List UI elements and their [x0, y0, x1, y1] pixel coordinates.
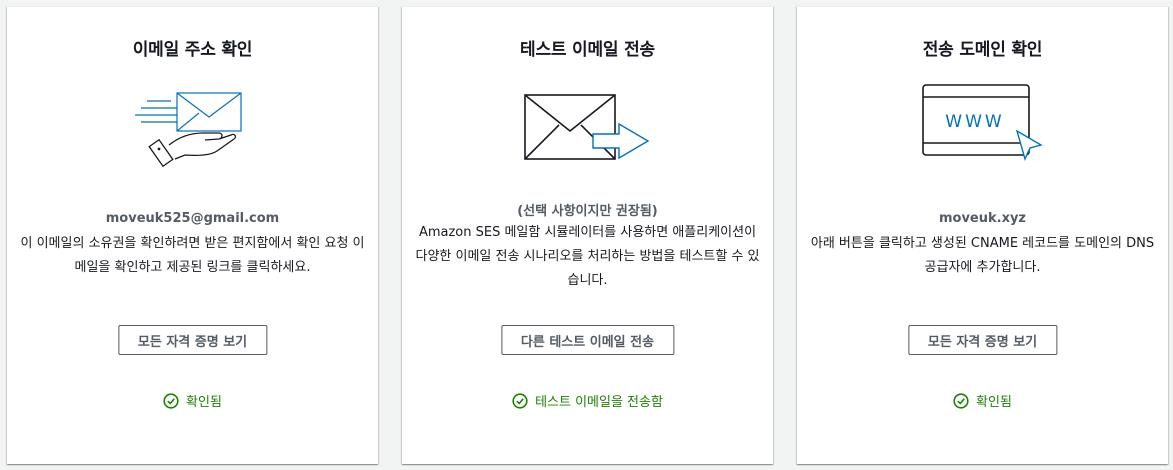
view-all-identities-button[interactable]: 모든 자격 증명 보기: [907, 325, 1058, 355]
check-circle-icon: [512, 392, 528, 409]
optional-note: (선택 사항이지만 권장됨): [517, 204, 658, 219]
card-description: 아래 버튼을 클릭하고 생성된 CNAME 레코드를 도메인의 DNS 공급자에…: [810, 236, 1155, 275]
status-indicator: 확인됨: [7, 391, 378, 410]
send-envelope-icon: [402, 79, 773, 179]
check-circle-icon: [163, 392, 179, 409]
status-text: 확인됨: [976, 395, 1012, 410]
www-browser-icon: WWW: [797, 79, 1168, 179]
view-all-identities-button[interactable]: 모든 자격 증명 보기: [117, 325, 268, 355]
verify-domain-card: 전송 도메인 확인 WWW moveuk.xyz 아래 버튼을 클릭하고 생성된…: [797, 6, 1168, 464]
send-another-test-email-button[interactable]: 다른 테스트 이메일 전송: [500, 325, 675, 355]
card-description: Amazon SES 메일함 시뮬레이터를 사용하면 애플리케이션이 다양한 이…: [415, 225, 760, 288]
status-text: 확인됨: [186, 395, 222, 410]
email-address: moveuk525@gmail.com: [105, 211, 280, 226]
verify-email-card: 이메일 주소 확인 moveuk525@gmail.com 이 이메일의 소유권…: [7, 6, 378, 464]
status-indicator: 테스트 이메일을 전송함: [402, 391, 773, 410]
hand-envelope-icon: [7, 79, 378, 179]
status-text: 테스트 이메일을 전송함: [535, 395, 663, 410]
card-title: 테스트 이메일 전송: [520, 40, 655, 60]
send-test-email-card: 테스트 이메일 전송 (선택 사항이지만 권장됨) Amazon SES 메일함…: [402, 6, 773, 464]
domain-name: moveuk.xyz: [938, 211, 1027, 226]
card-title: 전송 도메인 확인: [922, 40, 1043, 60]
check-circle-icon: [953, 392, 969, 409]
card-description: 이 이메일의 소유권을 확인하려면 받은 편지함에서 확인 요청 이메일을 확인…: [20, 236, 365, 275]
status-indicator: 확인됨: [797, 391, 1168, 410]
card-title: 이메일 주소 확인: [132, 40, 253, 60]
www-text: WWW: [945, 112, 1004, 132]
